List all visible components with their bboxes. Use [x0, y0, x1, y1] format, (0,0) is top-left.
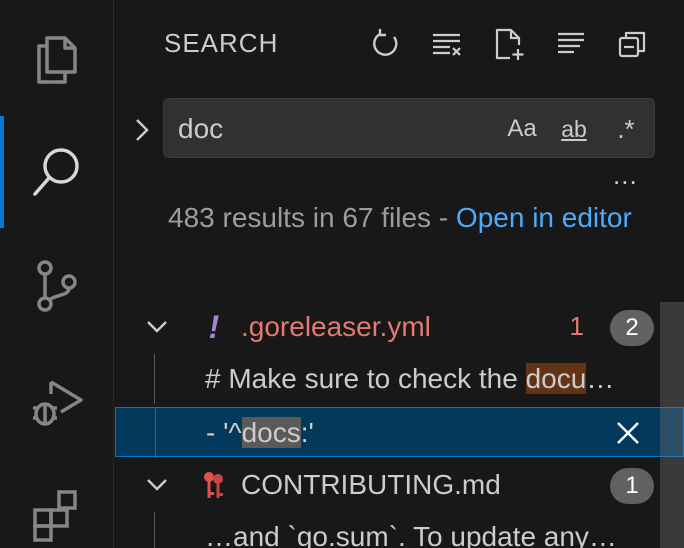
chevron-down-icon[interactable] — [143, 471, 171, 499]
sidebar-title: SEARCH — [164, 28, 279, 58]
match-text: …and `go.sum`. To update any… — [205, 521, 617, 548]
match-row[interactable]: …and `go.sum`. To update any… — [115, 512, 684, 548]
match-count-badge: 1 — [610, 468, 654, 504]
vscode-window: SEARCH doc Aa ab .* ... 483 results in 6… — [0, 0, 684, 548]
collapse-all-button[interactable] — [602, 22, 664, 66]
files-icon — [37, 36, 77, 84]
indent-guide — [154, 512, 155, 548]
list-tree-icon — [558, 32, 584, 54]
match-text: # Make sure to check the docu… — [205, 363, 614, 395]
activity-bar — [0, 0, 114, 548]
source-control-icon — [37, 260, 77, 312]
file-name: .goreleaser.yml — [241, 311, 431, 342]
match-row[interactable]: # Make sure to check the docu… — [115, 354, 684, 404]
toggle-replace-button[interactable] — [127, 110, 157, 150]
indent-guide — [154, 354, 155, 404]
file-result-row[interactable]: ! .goreleaser.yml 1 2 — [115, 302, 684, 352]
close-icon — [617, 422, 639, 444]
search-toolbar — [354, 22, 664, 66]
match-count-badge: 2 — [610, 310, 654, 346]
new-file-icon — [495, 28, 524, 60]
match-suffix: :' — [300, 417, 314, 448]
key-file-icon — [201, 468, 227, 502]
search-sidebar: SEARCH doc Aa ab .* ... 483 results in 6… — [115, 0, 684, 548]
dismiss-match-button[interactable] — [613, 418, 643, 448]
refresh-icon — [373, 29, 398, 56]
file-result-row[interactable]: CONTRIBUTING.md 1 — [115, 460, 684, 510]
open-in-editor-link[interactable]: Open in editor — [456, 202, 632, 233]
match-highlight: docu — [525, 363, 587, 394]
problem-count: 1 — [569, 311, 584, 341]
search-icon — [33, 148, 79, 196]
explorer-activity[interactable] — [0, 2, 114, 114]
source-control-activity[interactable] — [0, 230, 114, 342]
match-text: - '^docs:' — [206, 417, 314, 449]
use-regex-toggle[interactable]: .* — [608, 111, 644, 147]
match-suffix: … — [586, 363, 615, 394]
match-highlight: docs — [241, 417, 301, 448]
results-count-text: 483 results in 67 files - — [168, 202, 456, 233]
match-row-selected[interactable]: - '^docs:' — [115, 407, 684, 458]
results-scrollbar[interactable] — [660, 302, 684, 548]
refresh-button[interactable] — [354, 22, 416, 66]
new-search-editor-button[interactable] — [478, 22, 540, 66]
run-debug-icon — [33, 380, 83, 426]
file-name: CONTRIBUTING.md — [241, 469, 501, 500]
chevron-down-icon[interactable] — [143, 313, 171, 341]
collapse-all-icon — [618, 31, 646, 58]
yaml-file-icon: ! — [201, 308, 227, 345]
indent-guide — [155, 408, 156, 458]
extensions-activity[interactable] — [0, 458, 114, 548]
clear-all-icon — [433, 33, 461, 56]
search-input[interactable] — [178, 111, 478, 147]
whole-word-label: ab — [561, 115, 587, 142]
search-box: Aa ab .* — [163, 98, 655, 158]
yaml-icon-glyph: ! — [208, 308, 220, 345]
extensions-icon — [33, 490, 77, 542]
search-activity[interactable] — [0, 116, 114, 228]
toggle-search-details-button[interactable]: ... — [613, 160, 638, 191]
run-debug-activity[interactable] — [0, 344, 114, 456]
chevron-right-icon — [136, 119, 149, 141]
clear-results-button[interactable] — [416, 22, 478, 66]
match-whole-word-toggle[interactable]: ab — [554, 111, 594, 147]
match-prefix: # Make sure to check the — [205, 363, 526, 394]
match-case-toggle[interactable]: Aa — [504, 111, 540, 147]
match-prefix: …and `go.sum`. To update any… — [205, 521, 617, 548]
collapse-view-button[interactable] — [540, 22, 602, 66]
match-prefix: - '^ — [206, 417, 242, 448]
results-summary: 483 results in 67 files - Open in editor — [168, 196, 668, 239]
